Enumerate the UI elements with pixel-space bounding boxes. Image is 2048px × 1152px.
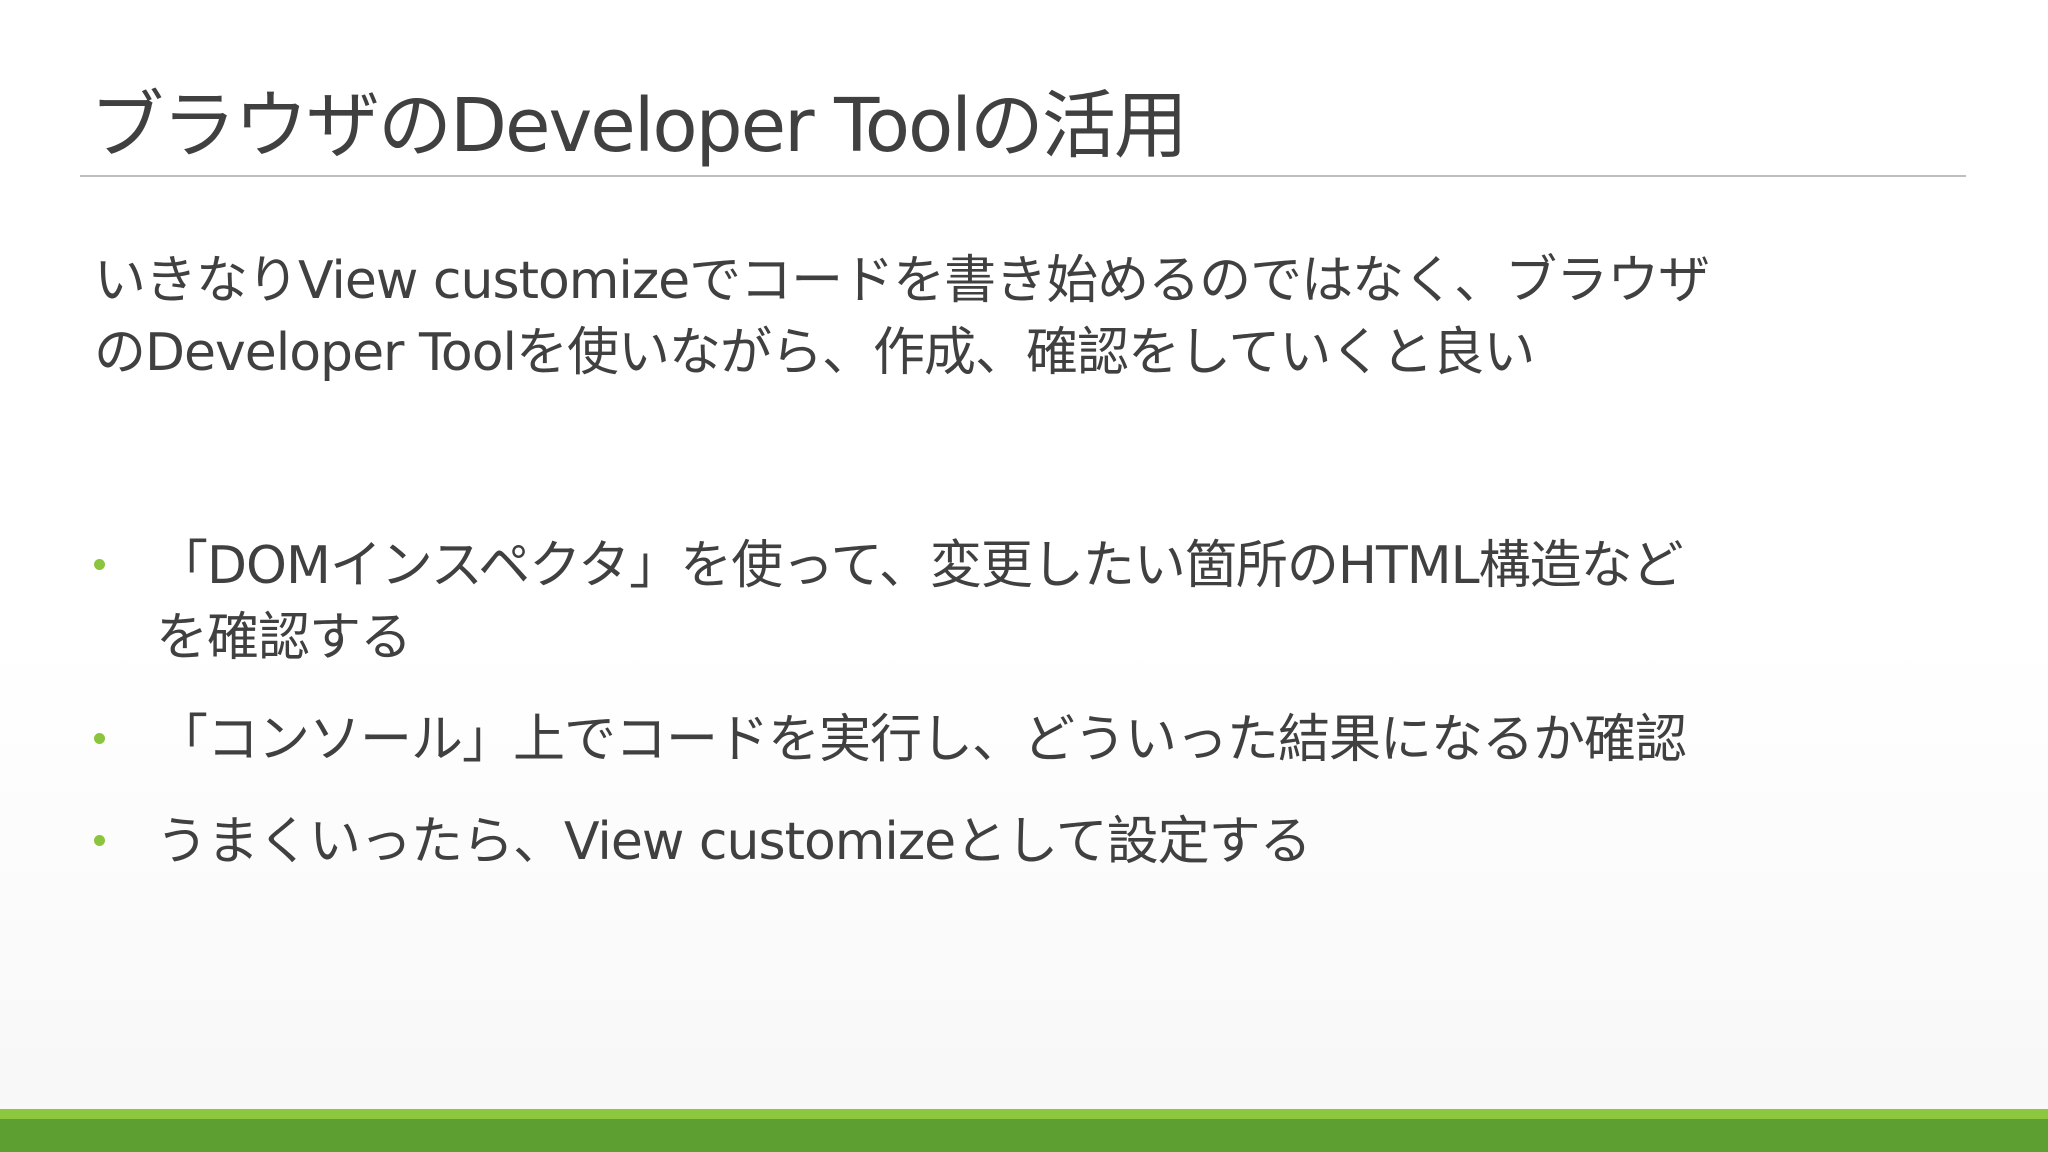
bullet-item-console: 「コンソール」上でコードを実行し、どういった結果になるか確認	[94, 704, 1974, 776]
intro-line-1: いきなりView customizeでコードを書き始めるのではなく、ブラウザ	[94, 251, 1710, 311]
slide-title: ブラウザのDeveloper Toolの活用	[90, 83, 1188, 169]
intro-line-2: のDeveloper Toolを使いながら、作成、確認をしていくと良い	[94, 323, 1535, 383]
footer-accent-bar	[0, 1109, 2048, 1119]
intro-paragraph: いきなりView customizeでコードを書き始めるのではなく、ブラウザ の…	[94, 245, 1984, 389]
footer-bar	[0, 1119, 2048, 1152]
bullet-list: 「DOMインスペクタ」を使って、変更したい箇所のHTML構造など を確認する 「…	[94, 530, 1974, 878]
bullet-line: 「コンソール」上でコードを実行し、どういった結果になるか確認	[156, 710, 1687, 770]
bullet-line: うまくいったら、View customizeとして設定する	[156, 812, 1312, 872]
bullet-text: 「DOMインスペクタ」を使って、変更したい箇所のHTML構造など を確認する	[156, 530, 1974, 674]
slide: ブラウザのDeveloper Toolの活用 いきなりView customiz…	[0, 0, 2048, 1152]
bullet-dot-icon	[94, 559, 105, 570]
bullet-dot-icon	[94, 835, 105, 846]
bullet-item-dom-inspector: 「DOMインスペクタ」を使って、変更したい箇所のHTML構造など を確認する	[94, 530, 1974, 674]
bullet-line: を確認する	[156, 608, 412, 668]
bullet-text: 「コンソール」上でコードを実行し、どういった結果になるか確認	[156, 704, 1974, 776]
bullet-text: うまくいったら、View customizeとして設定する	[156, 806, 1974, 878]
bullet-item-view-customize: うまくいったら、View customizeとして設定する	[94, 806, 1974, 878]
title-divider	[80, 175, 1966, 177]
bullet-line: 「DOMインスペクタ」を使って、変更したい箇所のHTML構造など	[156, 536, 1684, 596]
bullet-dot-icon	[94, 733, 105, 744]
